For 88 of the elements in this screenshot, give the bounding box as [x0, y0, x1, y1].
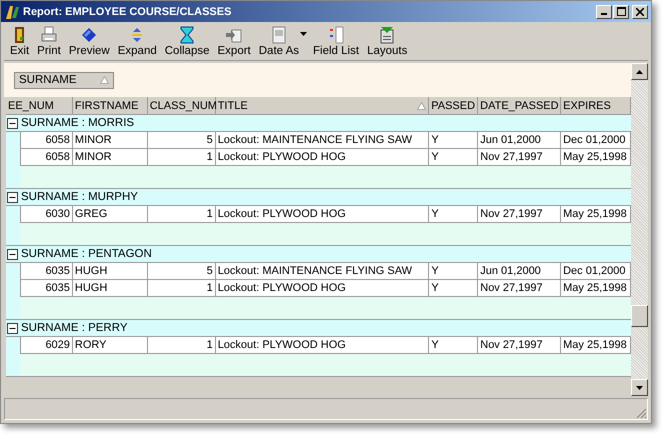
- group-label: SURNAME : MURPHY: [21, 191, 138, 203]
- scroll-down-button[interactable]: [631, 379, 648, 396]
- table-cell: Y: [429, 263, 478, 280]
- column-header[interactable]: DATE_PASSED: [478, 97, 562, 114]
- table-cell: 6030: [20, 206, 73, 223]
- table-cell: Y: [429, 149, 478, 166]
- table-cell: Lockout: PLYWOOD HOG: [216, 149, 430, 166]
- table-cell: 1: [148, 206, 216, 223]
- group-by-chip[interactable]: SURNAME: [14, 72, 114, 88]
- table-cell: Y: [429, 280, 478, 297]
- table-cell: May 25,1998: [561, 149, 631, 166]
- resize-grip-icon[interactable]: [636, 408, 647, 419]
- table-cell: Jun 01,2000: [478, 132, 562, 149]
- vertical-scrollbar[interactable]: [631, 63, 648, 396]
- table-cell: GREG: [72, 206, 148, 223]
- table-cell: Y: [429, 337, 478, 354]
- column-header[interactable]: EE_NUM: [6, 97, 73, 114]
- table-cell: 5: [148, 263, 216, 280]
- table-cell: 1: [148, 149, 216, 166]
- window-title: Report: EMPLOYEE COURSE/CLASSES: [23, 6, 232, 18]
- column-header[interactable]: PASSED: [429, 97, 478, 114]
- table-cell: Dec 01,2000: [561, 263, 631, 280]
- table-cell: May 25,1998: [561, 280, 631, 297]
- table-cell: HUGH: [72, 263, 148, 280]
- table-cell: Lockout: MAINTENANCE FLYING SAW: [216, 132, 430, 149]
- close-icon: [636, 8, 644, 16]
- maximize-button[interactable]: [613, 4, 629, 18]
- table-cell: Y: [429, 132, 478, 149]
- toolbar-button[interactable]: Collapse: [160, 24, 214, 58]
- toolbar-button[interactable]: Preview: [64, 24, 114, 58]
- list-icon: [327, 26, 346, 44]
- toolbar-button[interactable]: Expand: [114, 24, 161, 58]
- table-cell: 6035: [20, 263, 73, 280]
- table-cell: 1: [148, 337, 216, 354]
- scroll-thumb[interactable]: [631, 305, 648, 327]
- toolbar-button[interactable]: Export: [214, 24, 255, 58]
- book-icon: [80, 26, 98, 44]
- table-cell: 5: [148, 132, 216, 149]
- toolbar-button[interactable]: Date As: [254, 24, 304, 58]
- table-cell: Nov 27,1997: [478, 206, 562, 223]
- sort-arrow-icon: [417, 102, 426, 110]
- table-cell: HUGH: [72, 280, 148, 297]
- table-cell: 6029: [20, 337, 73, 354]
- table-cell: 6058: [20, 149, 73, 166]
- collapse-toggle-icon[interactable]: [7, 118, 18, 128]
- column-header[interactable]: CLASS_NUM: [148, 97, 216, 114]
- group-label: SURNAME : PENTAGON: [21, 248, 152, 260]
- table-cell: 6058: [20, 132, 73, 149]
- minimize-icon: [601, 13, 607, 15]
- toolbar-button[interactable]: Layouts: [363, 24, 412, 58]
- up-arrow-icon: [636, 70, 643, 74]
- table-cell: RORY: [72, 337, 148, 354]
- table-cell: May 25,1998: [561, 206, 631, 223]
- toolbar-button[interactable]: Field List: [309, 24, 364, 58]
- collapse-toggle-icon[interactable]: [7, 248, 18, 260]
- table-cell: Lockout: MAINTENANCE FLYING SAW: [216, 263, 430, 280]
- group-label: SURNAME : MORRIS: [21, 117, 134, 129]
- app-icon: [4, 4, 20, 20]
- toolbar-button[interactable]: Exit: [6, 24, 34, 58]
- table-cell: MINOR: [72, 132, 148, 149]
- table-cell: 6035: [20, 280, 73, 297]
- dropdown-arrow-icon[interactable]: [300, 32, 308, 36]
- clipboard-icon: [378, 26, 396, 44]
- table-cell: MINOR: [72, 149, 148, 166]
- down-arrow-icon: [636, 386, 643, 390]
- table-cell: Y: [429, 206, 478, 223]
- printer-icon: [40, 26, 58, 44]
- minimize-button[interactable]: [596, 4, 612, 18]
- table-cell: Nov 27,1997: [478, 337, 562, 354]
- table-cell: Dec 01,2000: [561, 132, 631, 149]
- column-header[interactable]: FIRSTNAME: [72, 97, 148, 114]
- collapse-toggle-icon[interactable]: [7, 192, 18, 202]
- table-cell: Lockout: PLYWOOD HOG: [216, 337, 430, 354]
- close-button[interactable]: [632, 4, 648, 18]
- table-cell: Nov 27,1997: [478, 280, 562, 297]
- table-cell: Lockout: PLYWOOD HOG: [216, 206, 430, 223]
- hourglass-icon: [178, 26, 196, 44]
- maximize-icon: [616, 7, 626, 16]
- table-cell: Nov 27,1997: [478, 149, 562, 166]
- table-cell: May 25,1998: [561, 337, 631, 354]
- scroll-up-button[interactable]: [631, 63, 648, 80]
- table-cell: Lockout: PLYWOOD HOG: [216, 280, 430, 297]
- collapse-toggle-icon[interactable]: [7, 322, 18, 334]
- toolbar-button[interactable]: Print: [33, 24, 65, 58]
- table-cell: Jun 01,2000: [478, 263, 562, 280]
- column-header[interactable]: TITLE: [216, 97, 430, 114]
- group-label: SURNAME : PERRY: [21, 322, 128, 334]
- table-cell: 1: [148, 280, 216, 297]
